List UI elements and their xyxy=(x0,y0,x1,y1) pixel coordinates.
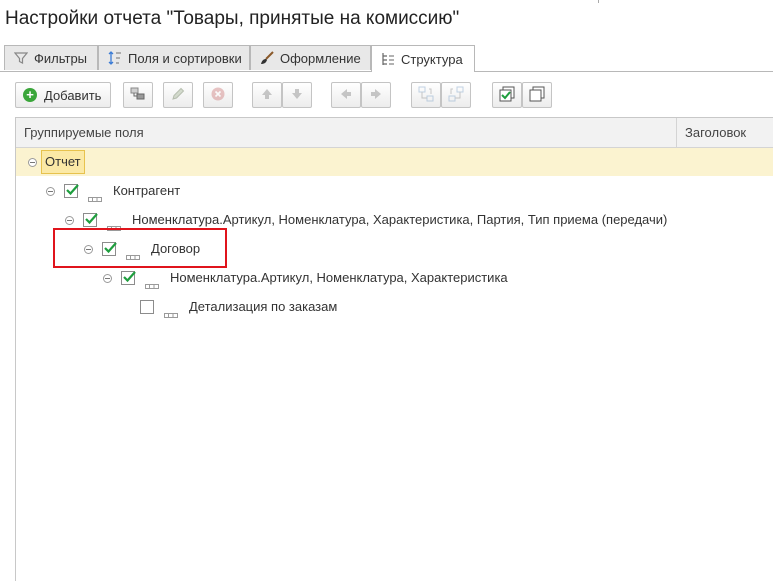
add-button-label: Добавить xyxy=(44,87,102,103)
brush-icon xyxy=(259,50,275,66)
collapse-toggle[interactable] xyxy=(103,274,112,283)
tree-row-label: Номенклатура.Артикул, Номенклатура, Хара… xyxy=(170,270,508,285)
row-checkbox[interactable] xyxy=(64,184,79,198)
tab-appearance[interactable]: Оформление xyxy=(250,45,371,70)
grid-header: Группируемые поля Заголовок xyxy=(16,118,773,148)
copy-grouping-button[interactable] xyxy=(411,82,441,108)
row-checkbox[interactable] xyxy=(121,271,136,285)
delete-button[interactable] xyxy=(203,82,233,108)
move-down-button[interactable] xyxy=(282,82,312,108)
uncheck-all-icon xyxy=(528,85,546,106)
paste-grouping-button[interactable] xyxy=(441,82,471,108)
grouping-icon xyxy=(164,305,178,318)
tab-fields-sorting[interactable]: Поля и сортировки xyxy=(98,45,250,70)
paste-grouping-icon xyxy=(447,85,465,106)
window-title: Настройки отчета "Товары, принятые на ко… xyxy=(5,8,460,29)
filter-icon xyxy=(13,50,29,66)
window-edge xyxy=(598,0,613,3)
move-up-button[interactable] xyxy=(252,82,282,108)
move-up-icon xyxy=(259,86,275,105)
tab-structure[interactable]: Структура xyxy=(371,45,475,72)
tab-fields-sorting-label: Поля и сортировки xyxy=(128,50,242,66)
move-right-icon xyxy=(368,86,384,105)
row-checkbox[interactable] xyxy=(83,213,98,227)
tab-filters-label: Фильтры xyxy=(34,50,88,66)
column-header-title[interactable]: Заголовок xyxy=(685,125,746,140)
collapse-toggle[interactable] xyxy=(46,187,55,196)
tree-row-label: Отчет xyxy=(41,150,85,174)
grouping-icon xyxy=(88,189,102,202)
add-button[interactable]: + Добавить xyxy=(15,82,111,108)
tree-row-label: Контрагент xyxy=(113,183,181,198)
move-down-icon xyxy=(289,86,305,105)
tree-row-label: Детализация по заказам xyxy=(189,299,338,314)
delete-icon xyxy=(210,86,226,105)
edit-icon xyxy=(170,86,186,105)
structure-tree: Группируемые поля Заголовок Отчет Контра… xyxy=(15,117,773,581)
tab-structure-label: Структура xyxy=(401,51,463,67)
edit-button[interactable] xyxy=(163,82,193,108)
tree-row-report[interactable]: Отчет xyxy=(16,148,773,176)
row-checkbox[interactable] xyxy=(140,300,154,314)
structure-icon xyxy=(380,51,396,67)
collapse-toggle[interactable] xyxy=(28,158,37,167)
uncheck-all-button[interactable] xyxy=(522,82,552,108)
check-all-icon xyxy=(498,85,516,106)
add-icon: + xyxy=(23,88,37,102)
tree-row-nomenclature-short[interactable]: Номенклатура.Артикул, Номенклатура, Хара… xyxy=(16,264,773,292)
group-icon xyxy=(129,86,147,105)
highlight-annotation-box xyxy=(53,228,227,268)
move-left-icon xyxy=(338,86,354,105)
grouping-icon xyxy=(145,276,159,289)
copy-grouping-icon xyxy=(417,85,435,106)
tree-row-order-detail[interactable]: Детализация по заказам xyxy=(16,293,773,321)
tree-row-counterparty[interactable]: Контрагент xyxy=(16,177,773,205)
move-right-button[interactable] xyxy=(361,82,391,108)
grouping-icon xyxy=(107,218,121,231)
column-header-grouping-fields[interactable]: Группируемые поля xyxy=(24,125,144,140)
move-left-button[interactable] xyxy=(331,82,361,108)
tab-filters[interactable]: Фильтры xyxy=(4,45,98,70)
column-separator[interactable] xyxy=(676,118,677,148)
check-all-button[interactable] xyxy=(492,82,522,108)
collapse-toggle[interactable] xyxy=(65,216,74,225)
tree-row-label: Номенклатура.Артикул, Номенклатура, Хара… xyxy=(132,212,668,227)
tab-appearance-label: Оформление xyxy=(280,50,361,66)
add-grouping-button[interactable] xyxy=(123,82,153,108)
sort-fields-icon xyxy=(107,50,123,66)
